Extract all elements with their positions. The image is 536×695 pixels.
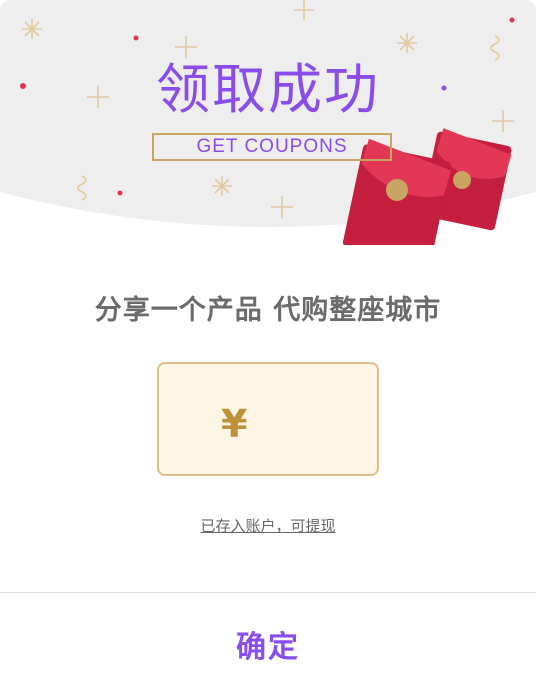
deposit-note[interactable]: 已存入账户，可提现 <box>0 515 536 536</box>
subtitle-box: GET COUPONS <box>152 133 392 161</box>
currency-symbol: ¥ <box>221 402 248 446</box>
dialog-header: 领取成功 GET COUPONS <box>0 0 536 245</box>
subtitle: GET COUPONS <box>196 136 348 157</box>
page-title: 领取成功 <box>156 58 380 121</box>
deposit-note-link[interactable]: 已存入账户，可提现 <box>200 517 335 535</box>
coupon-success-dialog: 领取成功 GET COUPONS 分享一个产品 代购整座城市 ¥ 已存入账户，可… <box>0 0 536 695</box>
confirm-button[interactable]: 确定 <box>0 593 536 695</box>
amount-box: ¥ <box>157 362 379 476</box>
promo-headline: 分享一个产品 代购整座城市 <box>94 295 442 326</box>
